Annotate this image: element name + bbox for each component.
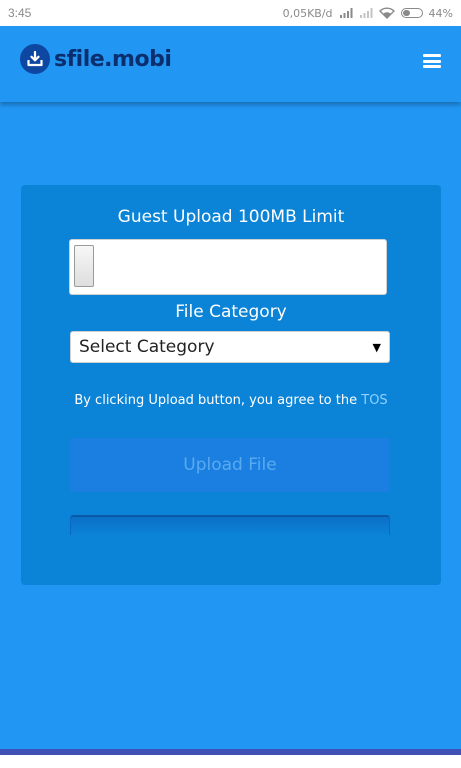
category-label: File Category [175,302,287,322]
category-select[interactable]: Select Category ▼ [70,331,390,363]
download-tray-icon [20,44,50,74]
battery-icon [400,8,423,18]
app-header: sfile.mobi [0,26,461,102]
site-logo[interactable]: sfile.mobi [20,44,172,74]
upload-file-button[interactable]: Upload File [70,438,390,492]
hamburger-menu-icon[interactable] [423,54,441,68]
status-bar: 3:45 0,05KB/d 44% [0,0,461,26]
status-time: 3:45 [8,6,32,20]
network-speed: 0,05KB/d [282,6,333,20]
file-input[interactable] [69,239,387,295]
signal-icon [339,8,353,18]
category-selected-value: Select Category [79,337,215,357]
wifi-icon [378,7,395,19]
choose-file-button[interactable] [74,245,94,287]
tos-link[interactable]: TOS [361,393,387,408]
battery-percent: 44% [428,6,453,20]
tos-text: By clicking Upload button, you agree to … [74,393,358,408]
upload-progress-bar [70,515,390,535]
status-icons: 0,05KB/d 44% [283,7,453,20]
bottom-bar [0,755,461,768]
upload-card: Guest Upload 100MB Limit File Category S… [21,185,441,585]
dropdown-caret-icon: ▼ [372,340,381,354]
upload-title: Guest Upload 100MB Limit [117,207,345,227]
battery-fill [402,10,410,16]
tos-notice: By clicking Upload button, you agree to … [21,393,441,408]
signal-2-icon [359,8,373,18]
logo-text: sfile.mobi [54,46,172,72]
